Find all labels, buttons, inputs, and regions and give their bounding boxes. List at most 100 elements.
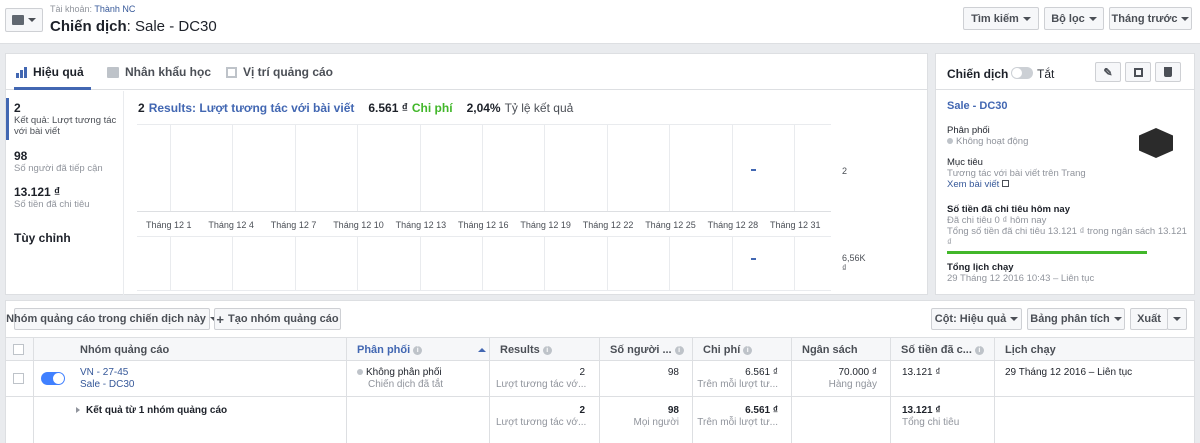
tab-underline: [14, 87, 91, 90]
grid-line: [419, 237, 421, 290]
schedule-title: Tổng lịch chạy: [947, 262, 1014, 273]
tab-bar: Hiệu quả Nhân khẩu học Vị trí quảng cáo: [6, 54, 927, 90]
account-link[interactable]: Thành NC: [94, 4, 135, 14]
delivery-sub: Chiến dịch đã tắt: [368, 379, 444, 390]
col-delivery[interactable]: Phân phối i: [357, 338, 487, 362]
chevron-down-icon: [1181, 16, 1190, 21]
chart-axis-line: [137, 211, 831, 212]
edit-button[interactable]: ✎: [1095, 62, 1121, 82]
col-budget[interactable]: Ngân sách: [802, 338, 858, 362]
delivery-title: Phân phối: [947, 125, 990, 136]
delete-button[interactable]: [1155, 62, 1181, 82]
spent-line2: Tổng số tiền đã chi tiêu 13.121 ₫ trong …: [947, 226, 1187, 248]
metric-results[interactable]: 2 Kết quả: Lượt tương tác với bài viết: [14, 101, 122, 137]
objective-value: Tương tác với bài viết trên Trang: [947, 168, 1086, 179]
columns-dropdown[interactable]: Cột: Hiệu quả: [931, 308, 1022, 330]
chevron-right-icon: [76, 407, 80, 413]
filter-button[interactable]: Bộ lọc: [1044, 7, 1104, 30]
customize-link[interactable]: Tùy chỉnh: [14, 231, 71, 245]
col-spent[interactable]: Số tiền đã c... i: [901, 338, 984, 362]
budget-value: 70.000 ₫: [838, 367, 878, 378]
info-icon: i: [974, 345, 984, 355]
metrics-column: 2 Kết quả: Lượt tương tác với bài viết 9…: [6, 91, 124, 295]
grid-line: [731, 237, 733, 290]
account-line: Tài khoản: Thành NC: [50, 4, 135, 14]
metric-selected-bar: [6, 98, 9, 140]
col-adset[interactable]: Nhóm quảng cáo: [80, 338, 169, 362]
adset-name-link[interactable]: VN - 27-45: [80, 367, 128, 378]
x-tick-label: Tháng 12 7: [270, 220, 317, 230]
campaign-toggle[interactable]: [1011, 67, 1033, 79]
chevron-down-icon: [1010, 317, 1019, 321]
metric-label: Số tiền đã chi tiêu: [14, 199, 90, 210]
info-icon: i: [674, 345, 684, 355]
search-button[interactable]: Tìm kiếm: [963, 7, 1039, 30]
date-range-button[interactable]: Tháng trước: [1109, 7, 1192, 30]
tab-demographics[interactable]: Nhân khẩu học: [107, 65, 211, 79]
grid-line: [357, 125, 359, 211]
select-all-checkbox[interactable]: [13, 344, 24, 355]
campaign-title: : Sale - DC30: [126, 18, 217, 35]
col-cost[interactable]: Chi phí i: [703, 338, 753, 362]
col-results[interactable]: Results i: [500, 338, 552, 362]
side-header: Chiến dịch Tắt ✎: [936, 54, 1194, 90]
grid-line: [482, 125, 483, 211]
totals-label[interactable]: Kết quả từ 1 nhóm quảng cáo: [76, 405, 227, 416]
side-header-label: Chiến dịch: [947, 67, 1009, 81]
x-tick-label: Tháng 12 28: [707, 220, 759, 230]
status-dot: [947, 138, 953, 144]
bar-chart-icon: [16, 66, 27, 78]
breakdown-dropdown[interactable]: Bảng phân tích: [1027, 308, 1125, 330]
duplicate-button[interactable]: [1125, 62, 1151, 82]
results-label: Results: Lượt tương tác với bài viết: [148, 101, 355, 115]
x-tick-label: Tháng 12 4: [208, 220, 254, 230]
grid-line: [669, 125, 671, 211]
col-schedule[interactable]: Lịch chạy: [1005, 338, 1056, 362]
adset-scope-label: Nhóm quảng cáo trong chiến dịch này: [6, 313, 206, 325]
view-post-link[interactable]: Xem bài viết: [947, 179, 1086, 190]
schedule-value: 29 Tháng 12 2016 10:43 – Liên tục: [947, 273, 1095, 284]
export-label: Xuất: [1137, 313, 1161, 325]
delivery-cell: Không phân phối: [357, 367, 442, 378]
create-adset-button[interactable]: + Tạo nhóm quảng cáo: [214, 308, 341, 330]
adset-toggle[interactable]: [41, 372, 65, 385]
metric-value: 98: [14, 149, 28, 163]
grid-line: [669, 237, 671, 290]
rate-label: Tỷ lệ kết quả: [504, 101, 574, 115]
adset-scope-dropdown[interactable]: Nhóm quảng cáo trong chiến dịch này: [6, 308, 218, 330]
plus-icon: +: [216, 311, 224, 327]
date-label: Tháng trước: [1111, 12, 1178, 25]
export-dropdown[interactable]: [1167, 308, 1187, 330]
grid-line: [294, 125, 296, 211]
totals-text: Kết quả từ 1 nhóm quảng cáo: [86, 405, 228, 416]
delivery-status: Không hoạt động: [947, 136, 1028, 147]
tab-label: Vị trí quảng cáo: [243, 65, 334, 79]
table-row[interactable]: VN - 27-45 Sale - DC30 Không phân phối C…: [6, 362, 1194, 397]
campaign-menu-button[interactable]: [5, 8, 43, 32]
adset-campaign-link[interactable]: Sale - DC30: [80, 379, 134, 390]
account-label: Tài khoản:: [50, 4, 93, 14]
chart-bottom-rule: [137, 290, 831, 291]
side-objective: Mục tiêu Tương tác với bài viết trên Tra…: [947, 157, 1086, 190]
grid-line: [419, 125, 421, 211]
rate-value: 2,04%: [466, 101, 501, 115]
side-spent: Số tiền đã chi tiêu hôm nay Đã chi tiêu …: [947, 204, 1187, 254]
metric-spent[interactable]: 13.121 ₫ Số tiền đã chi tiêu: [14, 185, 122, 210]
spent-line1: Đã chi tiêu 0 ₫ hôm nay: [947, 215, 1047, 226]
tab-placement[interactable]: Vị trí quảng cáo: [226, 65, 333, 79]
export-button[interactable]: Xuất: [1130, 308, 1168, 330]
x-tick-label: Tháng 12 19: [520, 220, 571, 230]
total-results: 2: [579, 405, 585, 416]
col-label: Số tiền đã c...: [901, 344, 972, 356]
row-checkbox[interactable]: [13, 373, 24, 384]
cost-point: [751, 258, 756, 260]
post-thumbnail: [1139, 128, 1173, 158]
results-point: [751, 169, 756, 171]
cost-label: Chi phí: [411, 101, 453, 115]
grid-line: [731, 125, 733, 211]
results-sub: Lượt tương tác vớ...: [496, 379, 587, 390]
metric-reach[interactable]: 98 Số người đã tiếp cận: [14, 149, 122, 174]
tab-label: Nhân khẩu học: [125, 65, 212, 79]
tab-performance[interactable]: Hiệu quả: [16, 65, 84, 79]
col-reach[interactable]: Số người ... i: [610, 338, 684, 362]
